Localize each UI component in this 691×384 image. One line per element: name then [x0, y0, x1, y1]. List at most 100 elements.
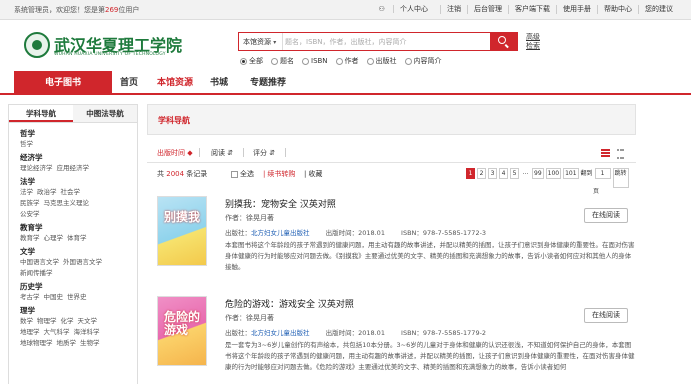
subject-link[interactable]: 马克思主义理论	[44, 199, 90, 207]
category-title[interactable]: 文学	[20, 246, 137, 257]
university-logo[interactable]: 武汉华夏理工学院 WUHAN HUAXIA UNIVERSITY OF TECH…	[24, 30, 182, 64]
book-title[interactable]: 别摸我：宠物安全 汉英对照	[225, 197, 336, 210]
scope-option-isbn[interactable]: ISBN	[302, 56, 328, 66]
client-download-link[interactable]: 客户端下载	[508, 5, 556, 14]
page-number[interactable]: 101	[563, 168, 579, 179]
search-type-select[interactable]: 本馆资源 ▾	[239, 33, 283, 50]
subject-link[interactable]: 数学	[20, 317, 33, 325]
admin-link[interactable]: 后台管理	[467, 5, 508, 14]
page-number[interactable]: 3	[488, 168, 497, 179]
subject-link[interactable]: 教育学	[20, 234, 40, 242]
subject-link[interactable]: 大气科学	[44, 328, 70, 336]
borrow-to-purchase-button[interactable]: | 续书转购	[263, 169, 295, 179]
category-title[interactable]: 哲学	[20, 128, 137, 139]
book-publisher[interactable]: 北方妇女儿童出版社	[251, 227, 310, 237]
category-title[interactable]: 法学	[20, 176, 137, 187]
subject-link[interactable]: 体育学	[67, 234, 87, 242]
search-input[interactable]	[285, 34, 485, 49]
borrow-label: 续书转购	[267, 170, 296, 178]
page-number[interactable]: 1	[466, 168, 475, 179]
subject-link[interactable]: 海洋科学	[74, 328, 100, 336]
subject-link[interactable]: 公安学	[20, 210, 40, 218]
logout-link[interactable]: 注销	[440, 5, 467, 14]
radio-icon	[302, 57, 309, 65]
select-all-checkbox[interactable]: 全选	[231, 169, 254, 179]
subject-link[interactable]: 外国语言文学	[63, 258, 102, 266]
advanced-search-link[interactable]: 高级检索	[526, 33, 546, 51]
category-title[interactable]: 教育学	[20, 222, 137, 233]
subject-link[interactable]: 哲学	[20, 140, 33, 148]
subject-link[interactable]: 民族学	[20, 199, 40, 207]
category-title[interactable]: 历史学	[20, 281, 137, 292]
page-number[interactable]: 5	[510, 168, 519, 179]
book-meta: 出版社：北方妇女儿童出版社 出版时间：2018.01 ISBN：978-7-55…	[225, 327, 486, 337]
subject-link[interactable]: 中国史	[44, 293, 64, 301]
category-subs: 法学 政治学 社会学	[20, 187, 137, 198]
scope-option-title[interactable]: 题名	[271, 56, 294, 66]
search-button[interactable]	[490, 32, 518, 51]
subject-link[interactable]: 地质学	[57, 339, 77, 347]
welcome-suffix: 位用户	[118, 6, 140, 14]
subject-link[interactable]: 地球物理学	[20, 339, 53, 347]
subject-link[interactable]: 生物学	[80, 339, 100, 347]
favorite-button[interactable]: | 收藏	[304, 169, 322, 179]
radio-icon	[404, 57, 412, 65]
scope-option-all[interactable]: 全部	[240, 56, 263, 66]
category-subs: 公安学	[20, 209, 137, 220]
scope-option-summary[interactable]: 内容简介	[404, 56, 442, 66]
subject-link[interactable]: 世界史	[67, 293, 87, 301]
subject-link[interactable]: 理论经济学	[20, 164, 53, 172]
book-cover[interactable]: 危险的游戏	[157, 296, 207, 366]
tab-clc-nav[interactable]: 中图法导航	[73, 105, 137, 122]
manual-link[interactable]: 使用手册	[556, 5, 597, 14]
subject-link[interactable]: 考古学	[20, 293, 40, 301]
grid-view-icon[interactable]	[617, 149, 626, 159]
sort-reads-label: 阅读	[211, 149, 225, 157]
goto-page-button[interactable]: 跳转	[612, 168, 629, 188]
category-title[interactable]: 经济学	[20, 152, 137, 163]
personal-center-link[interactable]: ⚇ 个人中心	[366, 5, 440, 14]
sort-by-time[interactable]: 出版时间 ◆	[157, 148, 193, 158]
goto-page-input[interactable]: 1	[594, 168, 611, 179]
subject-link[interactable]: 法学	[20, 188, 33, 196]
subject-link[interactable]: 新闻传播学	[20, 269, 53, 277]
sort-time-label: 出版时间	[157, 149, 185, 157]
divider	[243, 148, 244, 157]
subject-link[interactable]: 社会学	[61, 188, 81, 196]
select-all-label: 全选	[240, 170, 254, 178]
category-title[interactable]: 理学	[20, 305, 137, 316]
book-cover[interactable]: 别摸我	[157, 196, 207, 266]
scope-option-author[interactable]: 作者	[335, 56, 359, 66]
content-header: 学科导航	[147, 104, 636, 135]
feedback-link[interactable]: 您的建议	[638, 5, 679, 14]
page-number[interactable]: 99	[532, 168, 544, 179]
subject-link[interactable]: 应用经济学	[57, 164, 90, 172]
book-date: 出版时间：2018.01	[325, 329, 385, 337]
page-number[interactable]: 2	[477, 168, 486, 179]
read-online-button[interactable]: 在线阅读	[584, 308, 628, 323]
help-center-link[interactable]: 帮助中心	[597, 5, 638, 14]
subject-link[interactable]: 天文学	[78, 317, 98, 325]
sidebar: 学科导航 中图法导航 哲学 哲学 经济学 理论经济学 应用经济学 法学 法学 政治学 社会学 民族…	[8, 104, 138, 384]
book-description: 本套图书将这个年龄段的孩子常遇到的健康问题，用主动有趣的故事讲述，并配以精美的插…	[225, 241, 635, 271]
subject-link[interactable]: 中国语言文学	[20, 258, 59, 266]
read-online-button[interactable]: 在线阅读	[584, 208, 628, 223]
subject-link[interactable]: 化学	[61, 317, 74, 325]
category-subs: 考古学 中国史 世界史	[20, 292, 137, 303]
cover-title: 危险的游戏	[164, 310, 201, 337]
book-publisher[interactable]: 北方妇女儿童出版社	[251, 327, 310, 337]
tab-subject-nav[interactable]: 学科导航	[9, 105, 73, 122]
subject-link[interactable]: 物理学	[37, 317, 57, 325]
subject-link[interactable]: 地理学	[20, 328, 40, 336]
scope-option-publisher[interactable]: 出版社	[366, 56, 397, 66]
page-number[interactable]: 100	[545, 168, 562, 179]
list-view-icon[interactable]	[601, 149, 610, 157]
sort-arrow-icon: ⇵	[227, 149, 234, 157]
page-number[interactable]: 4	[499, 168, 508, 179]
subject-link[interactable]: 政治学	[37, 188, 57, 196]
subject-link[interactable]: 心理学	[44, 234, 64, 242]
sort-by-reads[interactable]: 阅读 ⇵	[211, 148, 233, 158]
book-title[interactable]: 危险的游戏：游戏安全 汉英对照	[225, 297, 354, 310]
sort-by-rating[interactable]: 评分 ⇵	[253, 148, 275, 158]
book-isbn: ISBN：978-7-5585-1779-2	[401, 329, 487, 337]
